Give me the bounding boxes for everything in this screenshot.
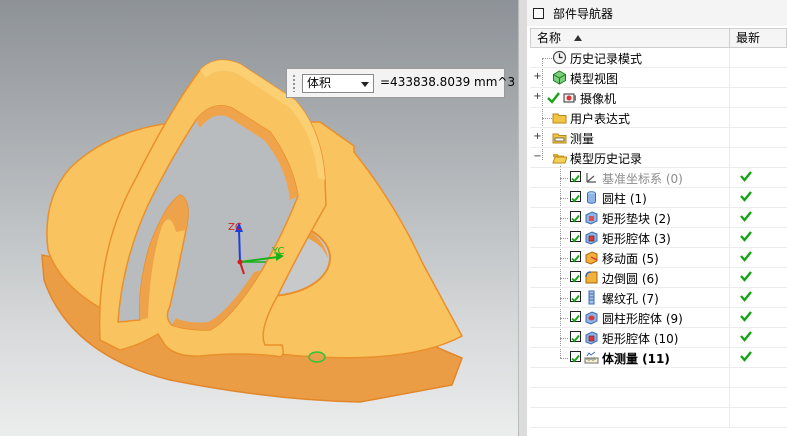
tree-item-label: 用户表达式 [570,112,631,126]
navigator-icon [533,8,544,19]
zc-axis-label: ZC [228,222,242,233]
datum-csys-icon [586,173,596,183]
tree-item-label: 模型视图 [570,72,619,86]
tree-item-label: 摄像机 [580,92,617,106]
model-views-icon [553,70,566,85]
feature-row[interactable]: 圆柱 (1) [530,188,787,208]
yc-axis-label: YC [271,246,285,257]
expand-plus-icon[interactable]: + [533,92,542,102]
feature-checkbox[interactable] [570,351,581,363]
folder-icon [552,113,567,124]
feature-checkbox[interactable] [570,211,581,223]
feature-label: 边倒圆 (6) [602,272,659,286]
tree-item-measurements[interactable]: + 测量 [530,128,787,148]
feature-label: 圆柱形腔体 (9) [602,312,683,326]
feature-row[interactable]: 边倒圆 (6) [530,268,787,288]
camera-icon [563,93,576,103]
open-folder-icon [552,154,567,164]
feature-row[interactable]: 螺纹孔 (7) [530,288,787,308]
tree-item-label: 模型历史记录 [570,152,643,166]
cylinder-icon [587,191,596,204]
column-name-label: 名称 [537,31,562,45]
graphics-viewport[interactable]: ZC YC 体积 =433838.8039 mm^3 [0,0,518,436]
check-icon [740,231,752,242]
check-icon [740,271,752,282]
panel-splitter[interactable] [518,0,527,436]
feature-row[interactable]: 矩形腔体 (3) [530,228,787,248]
check-icon [740,251,752,262]
expand-plus-icon[interactable]: + [533,72,542,82]
expand-plus-icon[interactable]: + [533,132,542,142]
move-face-icon [585,251,598,265]
check-icon [547,92,560,104]
measure-result-panel: 体积 =433838.8039 mm^3 [286,68,515,98]
feature-label: 矩形垫块 (2) [602,212,671,226]
tree-item-user-expressions[interactable]: 用户表达式 [530,108,787,128]
feature-checkbox[interactable] [570,331,581,343]
tree-item-cameras[interactable]: + 摄像机 [530,88,787,108]
feature-row[interactable]: 圆柱形腔体 (9) [530,308,787,328]
column-latest-label: 最新 [736,31,761,45]
navigator-tree: 历史记录模式 + 模型视图 + 摄像机 用户表达式 + 测量 − 模型历史记录 … [530,48,787,428]
column-header-name[interactable]: 名称 [530,28,730,48]
check-icon [740,311,752,322]
feature-checkbox[interactable] [570,191,581,203]
feature-label: 移动面 (5) [602,252,659,266]
feature-label: 基准坐标系 (0) [602,172,683,186]
measure-value: =433838.8039 mm^3 [380,75,516,89]
empty-row [530,388,787,408]
tree-item-label: 历史记录模式 [570,52,643,66]
feature-label: 矩形腔体 (3) [602,232,671,246]
check-icon [740,211,752,222]
feature-row[interactable]: 移动面 (5) [530,248,787,268]
feature-checkbox[interactable] [570,171,581,183]
navigator-header: 部件导航器 [527,0,787,26]
body-measure-icon [584,351,599,364]
chevron-down-icon [361,82,369,87]
check-icon [740,351,752,362]
feature-checkbox[interactable] [570,271,581,283]
measure-type-dropdown[interactable]: 体积 [302,74,374,93]
feature-row[interactable]: 体测量 (11) [530,348,787,368]
collapse-minus-icon[interactable]: − [533,152,542,162]
measure-folder-icon [552,133,567,144]
cylindrical-pocket-icon [585,311,598,325]
feature-row[interactable]: 矩形垫块 (2) [530,208,787,228]
empty-row [530,408,787,428]
sort-ascending-icon [574,35,582,41]
feature-checkbox[interactable] [570,291,581,303]
feature-checkbox[interactable] [570,251,581,263]
clock-icon [552,50,567,65]
feature-label: 螺纹孔 (7) [602,292,659,306]
feature-row[interactable]: 矩形腔体 (10) [530,328,787,348]
part-model[interactable]: ZC YC [0,0,518,436]
tree-item-model-history[interactable]: − 模型历史记录 [530,148,787,168]
check-icon [740,291,752,302]
tree-item-model-views[interactable]: + 模型视图 [530,68,787,88]
tree-item-history-mode[interactable]: 历史记录模式 [530,48,787,68]
column-header-latest[interactable]: 最新 [729,28,787,48]
drag-handle[interactable] [292,74,296,92]
feature-label: 矩形腔体 (10) [602,332,679,346]
feature-checkbox[interactable] [570,231,581,243]
part-navigator: 部件导航器 名称 最新 历史记录模式 + 模型视图 + 摄像机 用户表达式 + … [527,0,787,436]
feature-label: 体测量 (11) [602,352,670,366]
pad-icon [585,211,598,225]
tree-item-label: 测量 [570,132,595,146]
empty-row [530,368,787,388]
threaded-hole-icon [588,290,595,305]
check-icon [740,171,752,182]
edge-blend-icon [585,271,598,284]
check-icon [740,331,752,342]
check-icon [740,191,752,202]
pocket-icon [585,231,598,245]
navigator-title: 部件导航器 [553,7,614,21]
measure-type-label: 体积 [307,76,332,90]
pocket-icon [585,331,598,345]
feature-label: 圆柱 (1) [602,192,647,206]
feature-checkbox[interactable] [570,311,581,323]
feature-row[interactable]: 基准坐标系 (0) [530,168,787,188]
